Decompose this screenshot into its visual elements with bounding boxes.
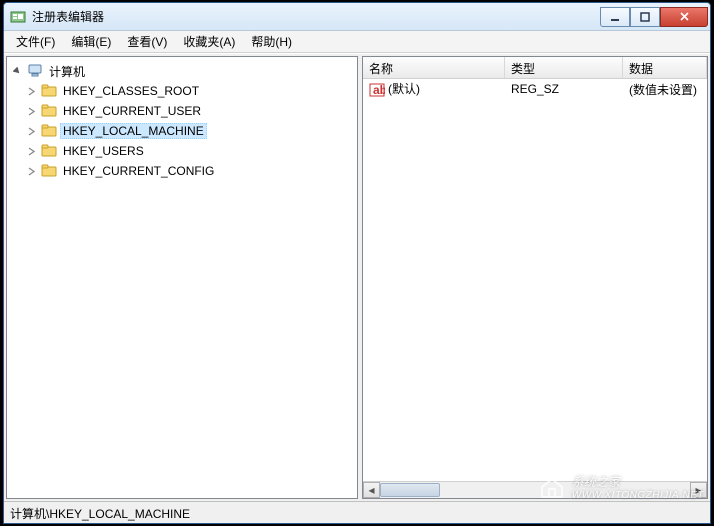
expand-icon[interactable] — [25, 125, 37, 137]
regedit-window: 注册表编辑器 文件(F) 编辑(E) 查看(V) 收藏夹(A) 帮助(H) 计算… — [3, 2, 711, 524]
menu-edit[interactable]: 编辑(E) — [63, 31, 119, 52]
tree-item-label[interactable]: HKEY_USERS — [60, 143, 147, 159]
statusbar: 计算机\HKEY_LOCAL_MACHINE — [4, 501, 710, 523]
window-title: 注册表编辑器 — [32, 8, 600, 25]
scroll-left-button[interactable]: ◂ — [363, 482, 380, 498]
client-area: 计算机 HKEY_CLASSES_ROOT HKEY_CURRENT_USER … — [4, 53, 710, 501]
horizontal-scrollbar[interactable]: ◂ ▸ — [363, 481, 707, 498]
list-row[interactable]: ab (默认) REG_SZ (数值未设置) — [363, 79, 707, 99]
folder-icon — [41, 83, 57, 99]
expand-icon[interactable] — [25, 105, 37, 117]
column-data[interactable]: 数据 — [623, 57, 707, 78]
titlebar[interactable]: 注册表编辑器 — [4, 3, 710, 31]
computer-icon — [27, 63, 43, 79]
tree-item-label[interactable]: HKEY_CURRENT_CONFIG — [60, 163, 217, 179]
maximize-button[interactable] — [630, 7, 660, 27]
window-controls — [600, 7, 708, 27]
svg-text:ab: ab — [373, 83, 385, 97]
tree-root[interactable]: 计算机 — [7, 61, 357, 81]
folder-icon — [41, 103, 57, 119]
menu-help[interactable]: 帮助(H) — [243, 31, 300, 52]
string-value-icon: ab — [369, 82, 385, 98]
folder-icon — [41, 123, 57, 139]
value-name: (默认) — [388, 82, 420, 96]
tree-item[interactable]: HKEY_CURRENT_CONFIG — [7, 161, 357, 181]
scroll-track[interactable] — [380, 482, 690, 498]
list-header: 名称 类型 数据 — [363, 57, 707, 79]
expand-icon[interactable] — [25, 85, 37, 97]
menu-favorites[interactable]: 收藏夹(A) — [175, 31, 243, 52]
scroll-right-button[interactable]: ▸ — [690, 482, 707, 498]
column-type[interactable]: 类型 — [505, 57, 623, 78]
tree-item[interactable]: HKEY_CLASSES_ROOT — [7, 81, 357, 101]
close-button[interactable] — [660, 7, 708, 27]
expand-icon[interactable] — [25, 145, 37, 157]
expand-icon[interactable] — [25, 165, 37, 177]
tree-item-label[interactable]: HKEY_CURRENT_USER — [60, 103, 204, 119]
tree-pane[interactable]: 计算机 HKEY_CLASSES_ROOT HKEY_CURRENT_USER … — [6, 56, 358, 499]
minimize-button[interactable] — [600, 7, 630, 27]
list-pane: 名称 类型 数据 ab (默认) REG_SZ (数值未设置) ◂ — [362, 56, 708, 499]
collapse-icon[interactable] — [11, 65, 23, 77]
status-path: 计算机\HKEY_LOCAL_MACHINE — [10, 507, 190, 521]
tree-item[interactable]: HKEY_LOCAL_MACHINE — [7, 121, 357, 141]
column-name[interactable]: 名称 — [363, 57, 505, 78]
menubar: 文件(F) 编辑(E) 查看(V) 收藏夹(A) 帮助(H) — [4, 31, 710, 53]
tree-item-label[interactable]: HKEY_CLASSES_ROOT — [60, 83, 202, 99]
list-body[interactable]: ab (默认) REG_SZ (数值未设置) — [363, 79, 707, 481]
folder-icon — [41, 143, 57, 159]
value-type: REG_SZ — [505, 82, 623, 96]
menu-view[interactable]: 查看(V) — [119, 31, 175, 52]
folder-icon — [41, 163, 57, 179]
app-icon — [10, 9, 26, 25]
tree-item[interactable]: HKEY_CURRENT_USER — [7, 101, 357, 121]
tree-root-label[interactable]: 计算机 — [46, 62, 88, 81]
menu-file[interactable]: 文件(F) — [8, 31, 63, 52]
scroll-thumb[interactable] — [380, 483, 440, 497]
tree-item[interactable]: HKEY_USERS — [7, 141, 357, 161]
value-data: (数值未设置) — [623, 81, 707, 98]
tree-item-label[interactable]: HKEY_LOCAL_MACHINE — [60, 123, 207, 139]
